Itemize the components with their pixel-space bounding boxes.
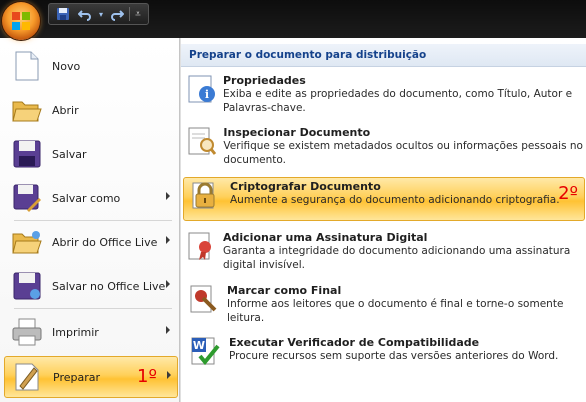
- menu-item-open-office-live[interactable]: Abrir do Office Live: [4, 222, 176, 262]
- menu-item-open[interactable]: Abrir: [4, 90, 176, 130]
- menu-item-label: Salvar: [52, 147, 87, 161]
- svg-text:W: W: [193, 339, 205, 352]
- open-folder-icon: [10, 93, 44, 127]
- submenu-item-desc: Aumente a segurança do documento adicion…: [230, 194, 560, 206]
- save-icon[interactable]: [53, 5, 73, 23]
- office-button[interactable]: [2, 2, 40, 40]
- menu-divider: [14, 308, 172, 309]
- submenu-item-compatibility[interactable]: W Executar Verificador de Compatibilidad…: [183, 334, 583, 374]
- undo-dropdown-icon[interactable]: ▾: [97, 5, 105, 23]
- submenu-item-digital-signature[interactable]: Adicionar uma Assinatura Digital Garanta…: [183, 229, 583, 275]
- submenu-arrow-icon: [166, 280, 170, 288]
- submenu-item-title: Marcar como Final: [227, 284, 342, 297]
- compatibility-checker-icon: W: [187, 336, 223, 370]
- submenu-header-label: Preparar o documento para distribuição: [189, 49, 427, 61]
- menu-item-new[interactable]: Novo: [4, 46, 176, 86]
- open-office-live-icon: [10, 225, 44, 259]
- submenu-arrow-icon: [166, 326, 170, 334]
- encrypt-lock-icon: [188, 180, 224, 214]
- submenu-item-encrypt[interactable]: Criptografar Documento Aumente a seguran…: [183, 177, 585, 221]
- quick-access-toolbar: ▾ ⩡: [48, 3, 149, 25]
- submenu-item-mark-final[interactable]: Marcar como Final Informe aos leitores q…: [183, 282, 583, 328]
- menu-item-save-office-live[interactable]: Salvar no Office Live: [4, 266, 176, 306]
- submenu-item-title: Executar Verificador de Compatibilidade: [229, 336, 480, 349]
- menu-divider: [14, 220, 172, 221]
- new-document-icon: [10, 49, 44, 83]
- menu-item-print[interactable]: Imprimir: [4, 312, 176, 352]
- menu-item-label: Novo: [52, 59, 81, 73]
- step-marker-1: 1º: [137, 366, 157, 387]
- prepare-icon: [11, 360, 45, 394]
- digital-signature-icon: [187, 231, 217, 265]
- menu-item-label: Abrir do Office Live: [52, 235, 158, 249]
- submenu-item-inspect[interactable]: Inspecionar Documento Verifique se exist…: [183, 124, 583, 170]
- menu-item-label: Preparar: [53, 370, 100, 384]
- menu-item-label: Salvar no Office Live: [52, 279, 166, 293]
- submenu-item-desc: Procure recursos sem suporte das versões…: [229, 350, 559, 362]
- title-bar: ▾ ⩡: [0, 0, 586, 38]
- submenu-item-desc: Garanta a integridade do documento adici…: [223, 245, 571, 271]
- submenu-item-title: Inspecionar Documento: [223, 126, 371, 139]
- submenu-item-title: Criptografar Documento: [230, 180, 381, 193]
- menu-item-label: Salvar como: [52, 191, 121, 205]
- submenu-item-desc: Exiba e edite as propriedades do documen…: [223, 88, 573, 114]
- submenu-item-properties[interactable]: i Propriedades Exiba e edite as propried…: [183, 72, 583, 118]
- submenu-arrow-icon: [166, 192, 170, 200]
- properties-icon: i: [187, 74, 217, 108]
- menu-item-save[interactable]: Salvar: [4, 134, 176, 174]
- submenu-header: Preparar o documento para distribuição: [181, 44, 586, 67]
- submenu-item-desc: Informe aos leitores que o documento é f…: [227, 298, 564, 324]
- office-logo-icon: [12, 12, 30, 30]
- customize-toolbar-icon[interactable]: ⩡: [132, 5, 144, 23]
- submenu-arrow-icon: [167, 371, 171, 379]
- step-marker-2: 2º: [558, 183, 578, 204]
- menu-item-label: Imprimir: [52, 325, 99, 339]
- mark-final-icon: [187, 284, 221, 318]
- menu-item-label: Abrir: [52, 103, 79, 117]
- printer-icon: [10, 315, 44, 349]
- submenu-item-title: Adicionar uma Assinatura Digital: [223, 231, 428, 244]
- prepare-submenu: Preparar o documento para distribuição i…: [180, 38, 586, 402]
- submenu-item-desc: Verifique se existem metadados ocultos o…: [223, 140, 583, 166]
- svg-text:i: i: [205, 88, 209, 101]
- office-menu-left: Novo Abrir Salvar Salvar como Abrir do O…: [0, 38, 180, 402]
- submenu-item-title: Propriedades: [223, 74, 306, 87]
- save-office-live-icon: [10, 269, 44, 303]
- inspect-document-icon: [187, 126, 217, 160]
- save-as-icon: [10, 181, 44, 215]
- submenu-arrow-icon: [166, 236, 170, 244]
- redo-icon[interactable]: [107, 5, 127, 23]
- undo-icon[interactable]: [75, 5, 95, 23]
- save-disk-icon: [10, 137, 44, 171]
- menu-item-save-as[interactable]: Salvar como: [4, 178, 176, 218]
